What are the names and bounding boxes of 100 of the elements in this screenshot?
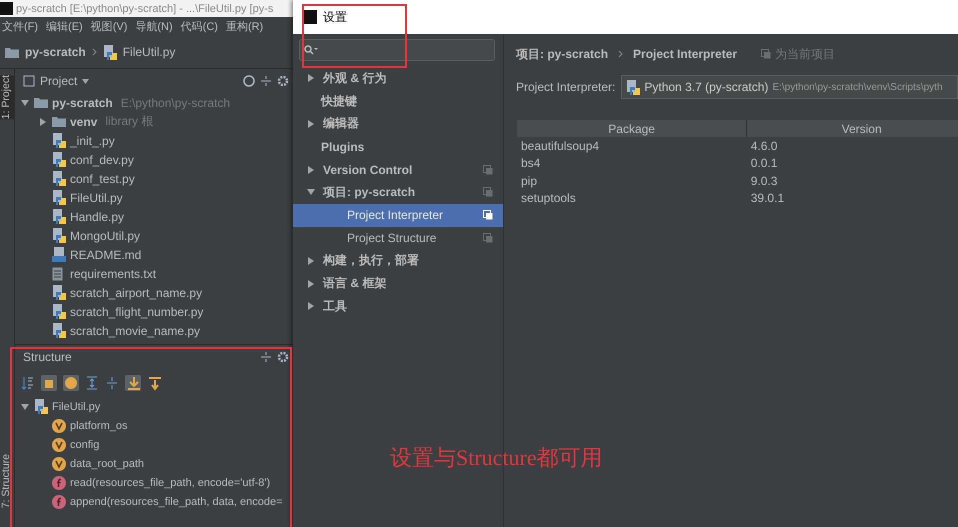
expand-arrow-icon[interactable] (21, 402, 29, 410)
autoscroll-to-source-icon[interactable] (125, 375, 141, 391)
function-icon (52, 476, 66, 490)
collapse-icon[interactable] (260, 351, 272, 363)
expand-arrow-icon[interactable] (307, 120, 315, 128)
variable-icon (52, 418, 66, 432)
settings-nav-item[interactable]: 工具 (293, 294, 503, 318)
settings-nav-item[interactable]: Project Structure (293, 226, 503, 250)
expand-arrow-icon[interactable] (307, 256, 315, 265)
breadcrumb-item[interactable]: FileUtil.py (122, 45, 176, 59)
project-view-icon (23, 75, 35, 87)
settings-nav-item[interactable]: 外观 & 行为 (293, 67, 503, 90)
table-cell-text: bs4 (520, 155, 542, 172)
settings-icon[interactable] (277, 351, 289, 363)
text-file-icon (52, 266, 63, 280)
settings-nav-item[interactable]: Plugins (293, 135, 503, 158)
table-cell-text: 0.0.1 (750, 155, 778, 172)
table-cell: beautifulsoup4 (517, 137, 747, 154)
tree-item[interactable]: requirements.txt (70, 266, 156, 280)
tree-item[interactable]: read(resources_file_path, encode='utf-8') (70, 476, 270, 488)
python-file-icon (52, 304, 66, 319)
python-file-icon (52, 228, 66, 243)
menu-item[interactable]: 视图(V) (90, 19, 128, 34)
python-file-icon (52, 190, 66, 205)
dropdown-arrow-icon[interactable] (82, 78, 90, 84)
folder-icon (52, 116, 66, 127)
python-file-icon (52, 323, 66, 338)
expand-arrow-icon[interactable] (307, 74, 315, 82)
python-file-icon (102, 44, 117, 60)
menu-item[interactable]: 编辑(E) (46, 19, 83, 34)
annotation-text: 设置与Structure都可用 (390, 444, 603, 472)
settings-icon[interactable] (277, 75, 289, 87)
search-icon (304, 45, 318, 55)
breadcrumb-separator-icon (92, 48, 97, 56)
collapse-icon[interactable] (260, 75, 272, 87)
collapse-all-icon[interactable] (105, 375, 119, 391)
tree-item[interactable]: scratch_airport_name.py (70, 286, 202, 300)
tree-item[interactable]: platform_os (70, 420, 128, 432)
settings-nav-item[interactable]: Version Control (293, 158, 503, 181)
tree-item[interactable]: README.md (70, 248, 142, 262)
field-label: Project Interpreter: (516, 80, 616, 94)
side-tab[interactable]: 7: Structure (0, 454, 14, 508)
tree-item[interactable]: conf_test.py (70, 172, 135, 186)
tree-item[interactable]: Handle.py (70, 210, 124, 224)
menu-item[interactable]: 文件(F) (2, 19, 38, 34)
menu-item[interactable]: 重构(R) (226, 19, 264, 34)
expand-arrow-icon[interactable] (307, 280, 315, 288)
menu-item[interactable]: 代码(C) (180, 19, 218, 34)
path-hint: library 根 (105, 113, 154, 130)
autoscroll-from-source-icon[interactable] (147, 375, 163, 391)
panel-title[interactable]: Project (40, 74, 78, 88)
tree-item[interactable]: _init_.py (70, 134, 115, 148)
settings-nav-item[interactable]: 构建，执行，部署 (293, 249, 503, 272)
tree-item[interactable]: scratch_movie_name.py (70, 324, 200, 338)
expand-arrow-icon[interactable] (307, 166, 315, 174)
settings-nav-item[interactable]: 项目: py-scratch (293, 180, 503, 204)
breadcrumb-item[interactable]: py-scratch (25, 45, 86, 59)
expand-arrow-icon[interactable] (307, 188, 315, 196)
expand-arrow-icon[interactable] (39, 118, 47, 126)
settings-nav-item[interactable]: 编辑器 (293, 112, 503, 136)
settings-nav-item[interactable]: 快捷键 (293, 90, 503, 113)
settings-nav-item[interactable]: Project Interpreter (293, 204, 503, 227)
sort-icon[interactable] (21, 375, 35, 391)
locate-icon[interactable] (243, 75, 255, 87)
expand-all-icon[interactable] (85, 375, 99, 391)
tree-item[interactable]: config (70, 438, 100, 450)
table-cell-text: 39.0.1 (750, 190, 786, 207)
column-header[interactable]: Version (746, 120, 958, 137)
window-title: py-scratch [E:\python\py-scratch] - ...\FileUtil.py [py-s (16, 2, 274, 14)
breadcrumb-item[interactable]: 项目: py-scratch (516, 46, 608, 62)
column-header[interactable]: Package (517, 120, 747, 137)
python-file-icon (52, 152, 66, 167)
tree-item[interactable]: conf_dev.py (70, 152, 134, 166)
python-file-icon (52, 171, 66, 186)
python-file-icon (34, 399, 48, 414)
copy-icon (761, 49, 772, 59)
menu-item[interactable]: 导航(N) (135, 19, 173, 34)
tree-item[interactable]: venv (70, 114, 98, 128)
side-tab[interactable]: 1: Project (0, 75, 14, 120)
tree-item[interactable]: scratch_flight_number.py (70, 304, 204, 318)
tree-item[interactable]: MongoUtil.py (70, 228, 140, 242)
folder-icon (34, 97, 48, 108)
search-field[interactable] (299, 39, 495, 61)
expand-arrow-icon[interactable] (307, 302, 315, 310)
breadcrumb-separator-icon (618, 50, 624, 58)
function-icon (52, 494, 66, 508)
markdown-file-icon (52, 247, 66, 262)
tree-item[interactable]: FileUtil.py (52, 400, 100, 412)
python-logo-icon (626, 80, 640, 94)
panel-title: Structure (23, 350, 72, 364)
tree-item[interactable]: FileUtil.py (70, 190, 123, 204)
interpreter-dropdown[interactable]: Python 3.7 (py-scratch) E:\python\py-scratch\venv\Scripts\pyth (621, 75, 958, 99)
settings-nav-item[interactable]: 语言 & 框架 (293, 272, 503, 295)
table-cell-text: 9.0.3 (750, 172, 778, 190)
tree-item[interactable]: data_root_path (70, 458, 144, 470)
table-cell-text: pip (520, 172, 538, 190)
tree-item[interactable]: py-scratch (52, 96, 113, 110)
breadcrumb-item: Project Interpreter (633, 47, 738, 61)
expand-arrow-icon[interactable] (21, 98, 29, 106)
tree-item[interactable]: append(resources_file_path, data, encode= (70, 496, 283, 508)
